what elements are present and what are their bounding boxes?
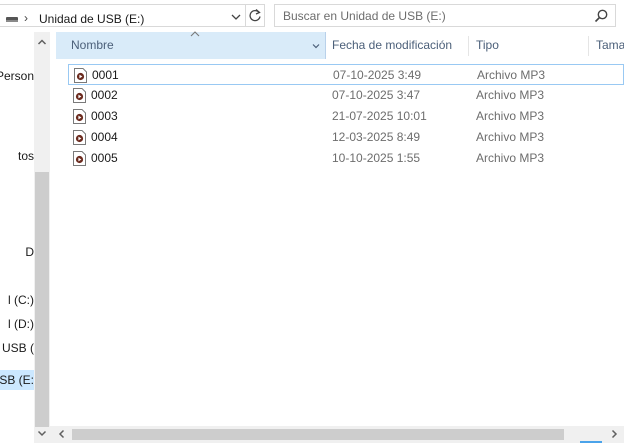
nav-item-usb-drive-e-selected[interactable]: USB (E: bbox=[0, 370, 34, 390]
scroll-left-arrow-icon[interactable] bbox=[56, 428, 68, 440]
column-header-name[interactable]: Nombre bbox=[56, 31, 326, 59]
nav-item-label: Person bbox=[0, 69, 34, 83]
file-date: 07-10-2025 3:49 bbox=[333, 68, 422, 82]
nav-item-disk-c[interactable]: l (C:) bbox=[0, 290, 34, 310]
address-bar[interactable]: › Unidad de USB (E:) bbox=[0, 4, 246, 27]
column-header-type[interactable]: Tipo bbox=[476, 32, 499, 59]
mp3-file-icon bbox=[73, 109, 86, 124]
file-row[interactable]: 0005 10-10-2025 1:55 Archivo MP3 bbox=[68, 148, 624, 169]
nav-item-personal[interactable]: Person bbox=[0, 66, 34, 86]
nav-item-usb-drive[interactable]: e USB ( bbox=[0, 338, 34, 358]
column-name-label: Nombre bbox=[71, 38, 114, 52]
file-row[interactable]: 0003 21-07-2025 10:01 Archivo MP3 bbox=[68, 106, 624, 127]
file-row[interactable]: 0001 07-10-2025 3:49 Archivo MP3 bbox=[68, 64, 624, 85]
horizontal-scrollbar-thumb[interactable] bbox=[72, 429, 564, 440]
scroll-right-arrow-icon[interactable] bbox=[608, 428, 620, 440]
file-name: 0002 bbox=[91, 88, 118, 102]
file-name: 0001 bbox=[92, 68, 119, 82]
column-header-date[interactable]: Fecha de modificación bbox=[332, 32, 452, 59]
address-dropdown-chevron-icon[interactable] bbox=[228, 9, 244, 25]
sort-ascending-icon bbox=[190, 31, 200, 37]
nav-item-label: l (D:) bbox=[8, 317, 34, 331]
nav-item-documentos[interactable]: tos bbox=[0, 146, 34, 166]
file-date: 10-10-2025 1:55 bbox=[332, 151, 421, 165]
scroll-down-arrow-icon[interactable] bbox=[36, 427, 48, 439]
column-divider[interactable] bbox=[588, 36, 589, 56]
nav-item-label: D bbox=[25, 245, 34, 259]
file-row[interactable]: 0004 12-03-2025 8:49 Archivo MP3 bbox=[68, 127, 624, 148]
nav-scrollbar-thumb[interactable] bbox=[35, 172, 49, 427]
file-type: Archivo MP3 bbox=[476, 88, 545, 102]
file-name: 0004 bbox=[91, 130, 118, 144]
column-header-size[interactable]: Tama bbox=[596, 32, 624, 59]
horizontal-scrollbar[interactable] bbox=[50, 426, 624, 443]
search-input[interactable]: Buscar en Unidad de USB (E:) bbox=[283, 9, 446, 23]
file-row[interactable]: 0002 07-10-2025 3:47 Archivo MP3 bbox=[68, 85, 624, 106]
column-divider[interactable] bbox=[468, 36, 469, 56]
nav-item-label: USB (E: bbox=[0, 373, 34, 387]
column-header: Nombre Fecha de modificación Tipo Tama bbox=[56, 31, 624, 59]
search-box[interactable]: Buscar en Unidad de USB (E:) bbox=[274, 4, 616, 27]
address-toolbar: › Unidad de USB (E:) Buscar en Unidad de… bbox=[0, 0, 624, 32]
refresh-button[interactable] bbox=[246, 4, 265, 27]
file-date: 21-07-2025 10:01 bbox=[332, 109, 427, 123]
mp3-file-icon bbox=[73, 88, 86, 103]
mp3-file-icon bbox=[73, 130, 86, 145]
scroll-up-arrow-icon[interactable] bbox=[36, 36, 48, 48]
search-icon[interactable] bbox=[593, 8, 609, 24]
file-name: 0005 bbox=[91, 151, 118, 165]
nav-item-label: tos bbox=[17, 149, 34, 163]
nav-item-3d[interactable]: D bbox=[0, 242, 34, 262]
file-date: 07-10-2025 3:47 bbox=[332, 88, 421, 102]
navigation-pane: Person tos D l (C:) l (D:) e USB ( USB (… bbox=[0, 32, 50, 443]
mp3-file-icon bbox=[73, 151, 86, 166]
mp3-file-icon bbox=[74, 68, 87, 83]
refresh-icon bbox=[249, 9, 261, 22]
file-date: 12-03-2025 8:49 bbox=[332, 130, 421, 144]
file-type: Archivo MP3 bbox=[476, 130, 545, 144]
column-filter-chevron-icon[interactable] bbox=[310, 40, 322, 52]
nav-item-label: e USB ( bbox=[0, 341, 34, 355]
breadcrumb-chevron-icon[interactable]: › bbox=[24, 11, 28, 25]
nav-item-disk-d[interactable]: l (D:) bbox=[0, 314, 34, 334]
file-type: Archivo MP3 bbox=[476, 151, 545, 165]
breadcrumb-usb-drive[interactable]: Unidad de USB (E:) bbox=[39, 12, 144, 26]
usb-drive-icon bbox=[6, 17, 18, 22]
nav-item-label: l (C:) bbox=[8, 293, 34, 307]
file-type: Archivo MP3 bbox=[477, 68, 546, 82]
file-name: 0003 bbox=[91, 109, 118, 123]
file-type: Archivo MP3 bbox=[476, 109, 545, 123]
